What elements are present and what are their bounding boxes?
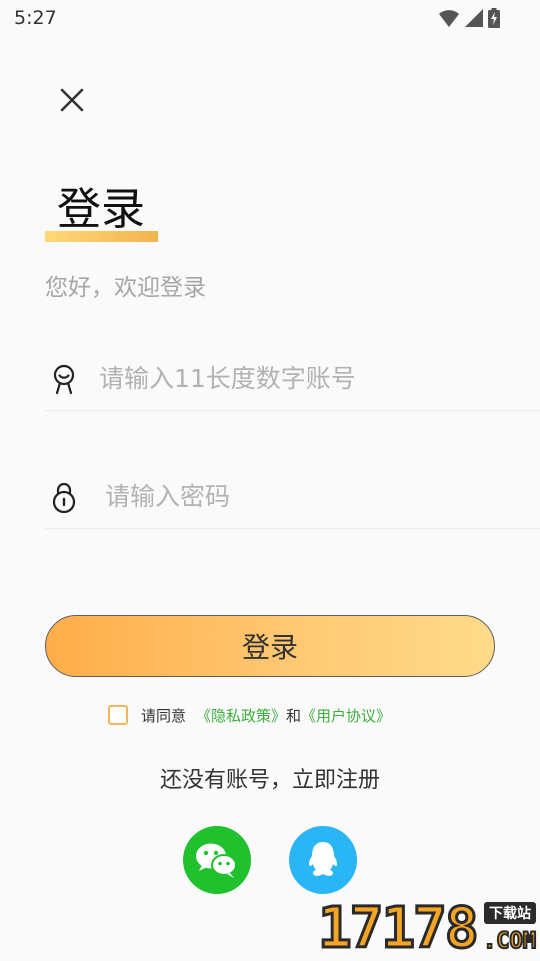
password-field-row — [45, 468, 540, 529]
page-title: 登录 — [57, 184, 145, 235]
battery-charging-icon — [488, 8, 500, 32]
watermark-suffix: .COM — [482, 928, 537, 955]
lock-icon — [47, 480, 81, 514]
agreement-checkbox[interactable] — [108, 705, 128, 725]
wifi-icon — [438, 8, 460, 32]
account-field-row — [45, 350, 540, 411]
wechat-icon — [196, 843, 237, 878]
qq-login-button[interactable] — [289, 826, 357, 894]
login-button[interactable]: 登录 — [45, 615, 495, 677]
title-block: 登录 — [45, 182, 160, 246]
watermark-site-label: 下载站 — [484, 902, 536, 924]
welcome-subtitle: 您好，欢迎登录 — [45, 275, 206, 301]
close-icon — [60, 88, 84, 112]
user-agreement-link[interactable]: 《用户协议》 — [301, 705, 391, 726]
privacy-policy-link[interactable]: 《隐私政策》 — [196, 705, 286, 726]
password-input[interactable] — [105, 474, 525, 518]
register-link[interactable]: 还没有账号，立即注册 — [0, 762, 540, 794]
qq-icon — [308, 842, 338, 876]
agreement-row: 请同意 《隐私政策》 和 《用户协议》 — [108, 703, 391, 727]
close-button[interactable] — [54, 82, 90, 118]
person-icon — [47, 362, 81, 396]
account-input[interactable] — [99, 356, 519, 400]
status-icons — [438, 8, 500, 32]
site-watermark: 17178 下载站 .COM — [317, 896, 540, 961]
agreement-joiner: 和 — [286, 706, 302, 725]
wechat-login-button[interactable] — [183, 826, 251, 894]
status-bar: 5:27 — [0, 0, 540, 36]
agreement-prefix: 请同意 — [141, 706, 187, 725]
watermark-digits: 17178 — [317, 896, 481, 961]
cell-signal-icon — [464, 8, 484, 32]
status-time: 5:27 — [14, 7, 57, 29]
